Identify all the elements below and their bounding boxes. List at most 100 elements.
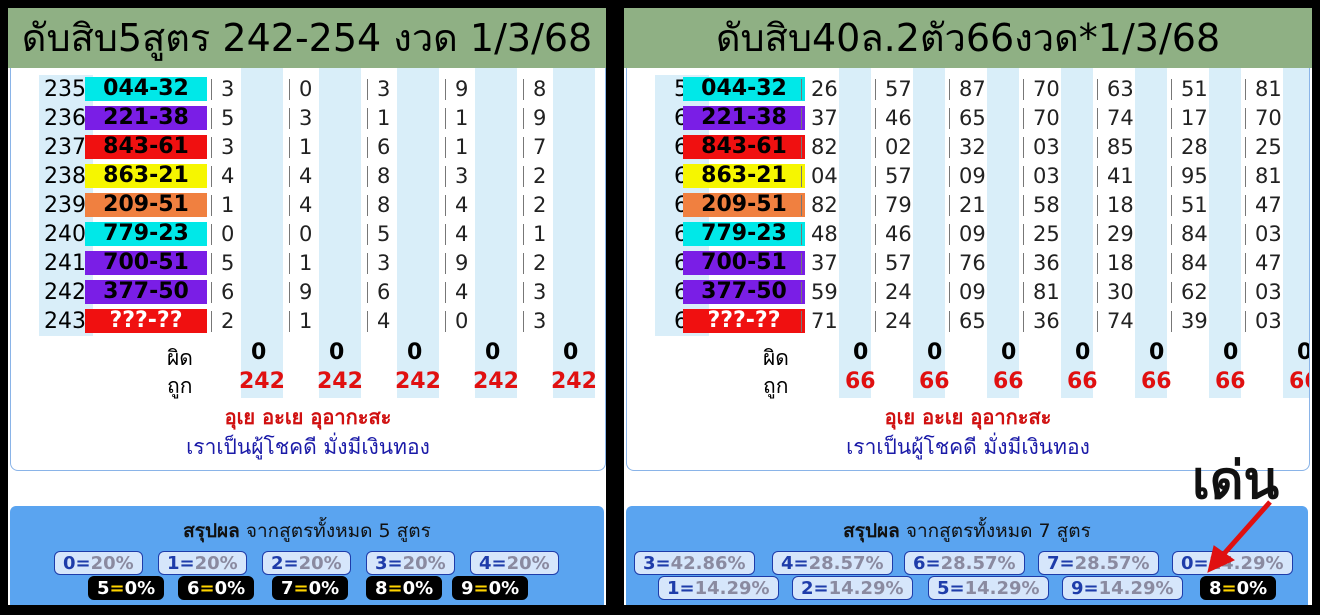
column-divider [1097,282,1098,303]
cell-value: 5 [221,251,235,275]
cell-value: 81 [1255,77,1282,101]
cell-value: 24 [885,280,912,304]
cell-value: 74 [1107,106,1134,130]
value-cell: 87 [949,75,1019,104]
chip-digit: 9 [461,578,474,599]
value-cell: 47 [1245,249,1309,278]
cell-value: 5 [377,222,391,246]
column-divider [875,224,876,245]
cell-value: 2 [533,164,547,188]
table-row: 61.843-6182023203852825 [627,133,1309,162]
column-divider [801,108,802,129]
value-cell: 84 [1171,220,1241,249]
value-cell: 70 [1023,104,1093,133]
value-cell: 57 [875,75,945,104]
right-label: ถูก [763,374,789,398]
cell-value: 37 [811,251,838,275]
column-divider [445,108,446,129]
chip-equals: = [491,553,507,574]
cell-value: 3 [299,106,313,130]
left-summary-bold: สรุปผล [183,520,240,542]
column-divider [1097,166,1098,187]
cell-value: 1 [221,193,235,217]
column-divider [1171,282,1172,303]
column-divider [367,311,368,332]
value-cell: 18 [1097,249,1167,278]
value-cell: 9 [523,104,597,133]
wrong-count: 0 [329,340,345,365]
cell-value: 70 [1033,106,1060,130]
value-cell: 1 [445,104,519,133]
table-row: 241. 700-51 5 1 3 9 2 [11,249,605,278]
column-divider [445,282,446,303]
cell-value: 82 [811,135,838,159]
column-divider [1023,79,1024,100]
chip-equals: = [179,553,195,574]
chip-value: 20% [298,553,342,574]
table-row: 236. 221-38 5 3 1 1 9 [11,104,605,133]
cell-value: 24 [885,309,912,333]
table-row: 59.044-3226578770635181 [627,75,1309,104]
column-divider [949,224,950,245]
cell-value: 65 [959,106,986,130]
cell-value: 1 [455,106,469,130]
value-cell: 76 [949,249,1019,278]
value-cell: 65 [949,104,1019,133]
left-summary-title: สรุปผล จากสูตรทั้งหมด 5 สูตร [10,516,604,546]
value-cell: 8 [523,75,597,104]
value-cell: 9 [445,249,519,278]
value-cell: 25 [1023,220,1093,249]
cell-value: 03 [1255,222,1282,246]
value-cell: 46 [875,220,945,249]
left-summary: สรุปผล จากสูตรทั้งหมด 5 สูตร 0=20% 1=20% 2… [10,506,604,605]
chip-digit: 0 [63,553,76,574]
cell-value: 47 [1255,251,1282,275]
value-cell: 57 [875,249,945,278]
value-cell: 2 [523,249,597,278]
cell-value: 1 [299,251,313,275]
cell-value: 2 [221,309,235,333]
cell-value: 3 [377,251,391,275]
value-cell: 3 [445,162,519,191]
cell-value: 37 [811,106,838,130]
cell-value: 9 [455,77,469,101]
column-divider [1171,253,1172,274]
column-divider [875,195,876,216]
cell-value: 03 [1033,164,1060,188]
cell-value: 51 [1181,193,1208,217]
chip-digit: 3 [643,553,656,574]
value-cell: 36 [1023,307,1093,336]
chip-digit: 3 [375,553,388,574]
right-count: 242 [551,369,597,394]
chip-equals: = [199,578,215,599]
column-divider [1245,108,1246,129]
value-cell: 4 [445,220,519,249]
cell-value: 0 [299,77,313,101]
value-cell: 48 [801,220,871,249]
column-divider [211,253,212,274]
cell-value: 36 [1033,251,1060,275]
cell-value: 1 [299,309,313,333]
column-divider [289,282,290,303]
cell-value: 8 [377,164,391,188]
cell-value: 3 [533,309,547,333]
cell-value: 03 [1255,280,1282,304]
cell-value: 0 [221,222,235,246]
percent-chip-7: 7=28.57% [1038,551,1159,575]
table-row: 67.???-??71246536743903 [627,307,1309,336]
value-cell: 57 [875,162,945,191]
percent-chip-2: 2=20% [262,551,351,575]
result-code: 843-61 [683,135,805,159]
column-divider [1171,195,1172,216]
cell-value: 03 [1033,135,1060,159]
value-cell: 24 [875,278,945,307]
table-row: 235. 044-32 3 0 3 9 8 [11,75,605,104]
column-divider [1171,166,1172,187]
column-divider [289,195,290,216]
column-divider [875,108,876,129]
value-cell: 3 [523,307,597,336]
left-title: ดับสิบ5สูตร 242-254 งวด 1/3/68 [8,8,606,68]
chip-equals: = [473,578,489,599]
cell-value: 18 [1107,251,1134,275]
red-arrow-icon [1207,500,1272,573]
